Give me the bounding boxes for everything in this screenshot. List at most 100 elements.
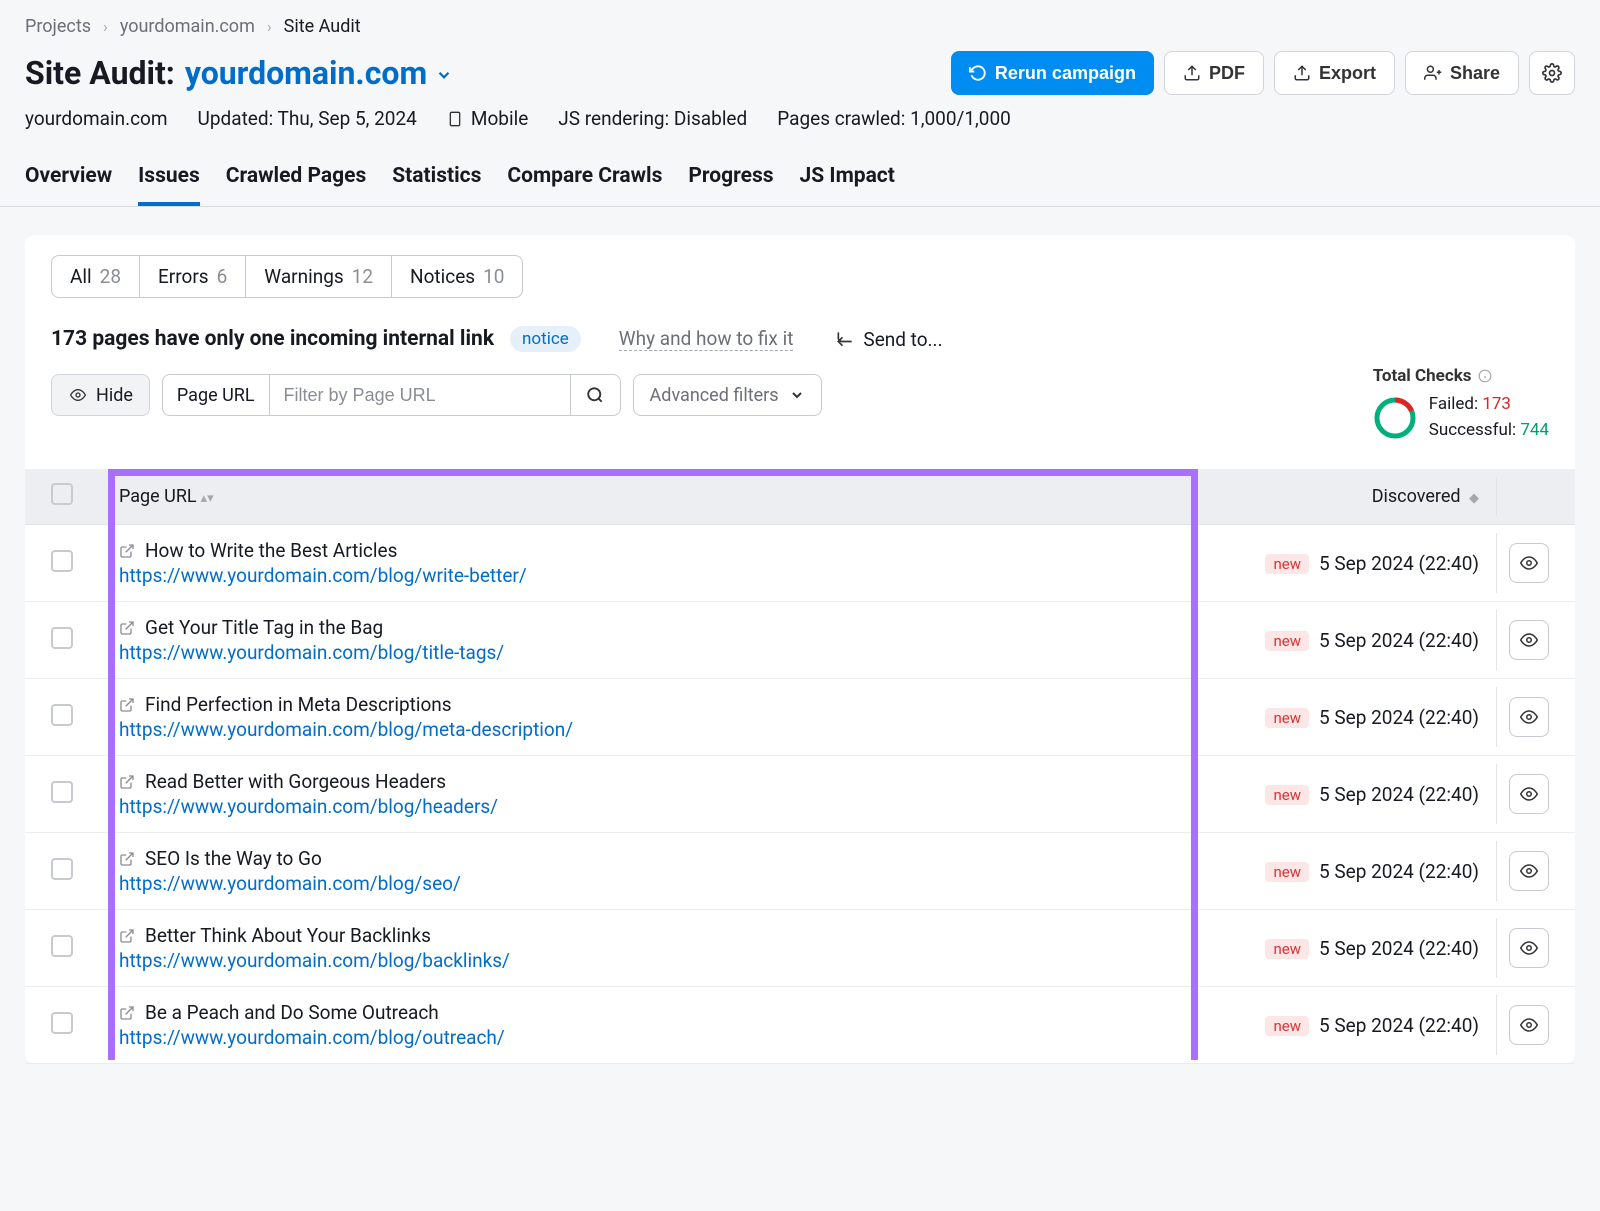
tabs: Overview Issues Crawled Pages Statistics Com…	[0, 164, 1600, 207]
row-checkbox[interactable]	[51, 550, 73, 572]
page-title: Site Audit: yourdomain.com	[25, 54, 453, 92]
share-button[interactable]: Share	[1405, 51, 1519, 95]
view-button[interactable]	[1509, 1005, 1549, 1045]
mobile-icon	[447, 109, 463, 129]
discovered-date: 5 Sep 2024 (22:40)	[1319, 629, 1479, 652]
sort-icon: ◆	[1469, 491, 1479, 506]
view-button[interactable]	[1509, 928, 1549, 968]
upload-icon	[1293, 64, 1311, 82]
new-badge: new	[1265, 862, 1309, 882]
table-row: Be a Peach and Do Some Outreachhttps://w…	[25, 987, 1575, 1064]
external-link-icon[interactable]	[119, 1005, 135, 1021]
row-checkbox[interactable]	[51, 627, 73, 649]
filter-field-label[interactable]: Page URL	[163, 375, 270, 415]
row-checkbox[interactable]	[51, 1012, 73, 1034]
url-filter-group: Page URL	[162, 374, 621, 416]
new-badge: new	[1265, 939, 1309, 959]
share-label: Share	[1450, 63, 1500, 84]
pill-label: Notices	[410, 265, 475, 288]
external-link-icon[interactable]	[119, 620, 135, 636]
why-how-link[interactable]: Why and how to fix it	[619, 327, 794, 351]
tab-compare-crawls[interactable]: Compare Crawls	[507, 164, 662, 206]
eye-icon	[1518, 862, 1540, 880]
new-badge: new	[1265, 1016, 1309, 1036]
send-to-button[interactable]: Send to...	[835, 328, 942, 351]
pill-count: 12	[352, 265, 373, 288]
rerun-campaign-button[interactable]: Rerun campaign	[951, 51, 1154, 95]
issue-title: 173 pages have only one incoming interna…	[51, 327, 494, 351]
advanced-filters-button[interactable]: Advanced filters	[633, 374, 822, 416]
tab-issues[interactable]: Issues	[138, 164, 200, 206]
pdf-label: PDF	[1209, 63, 1245, 84]
title-prefix: Site Audit:	[25, 54, 175, 92]
page-url-link[interactable]: https://www.yourdomain.com/blog/outreach…	[119, 1026, 1241, 1049]
external-link-icon[interactable]	[119, 851, 135, 867]
view-button[interactable]	[1509, 543, 1549, 583]
tab-crawled-pages[interactable]: Crawled Pages	[226, 164, 366, 206]
external-link-icon[interactable]	[119, 543, 135, 559]
table-row: Get Your Title Tag in the Baghttps://www…	[25, 602, 1575, 679]
results-table: Page URL▴▾ Discovered ◆ How to Write the…	[25, 469, 1575, 1064]
select-all-checkbox[interactable]	[51, 483, 73, 505]
discovered-date: 5 Sep 2024 (22:40)	[1319, 552, 1479, 575]
user-plus-icon	[1424, 64, 1442, 82]
settings-button[interactable]	[1529, 51, 1575, 95]
row-checkbox[interactable]	[51, 858, 73, 880]
external-link-icon[interactable]	[119, 774, 135, 790]
chevron-right-icon: ›	[267, 17, 272, 36]
pill-label: Warnings	[264, 265, 343, 288]
view-button[interactable]	[1509, 697, 1549, 737]
view-button[interactable]	[1509, 620, 1549, 660]
discovered-date: 5 Sep 2024 (22:40)	[1319, 783, 1479, 806]
tab-js-impact[interactable]: JS Impact	[800, 164, 895, 206]
search-button[interactable]	[570, 375, 620, 415]
col-page-url[interactable]: Page URL▴▾	[85, 469, 1253, 525]
page-url-link[interactable]: https://www.yourdomain.com/blog/backlink…	[119, 949, 1241, 972]
filter-pill-notices[interactable]: Notices 10	[392, 256, 522, 297]
url-filter-input[interactable]	[270, 375, 570, 415]
info-icon[interactable]	[1478, 369, 1492, 383]
tab-progress[interactable]: Progress	[688, 164, 773, 206]
chevron-down-icon	[789, 387, 805, 403]
hide-button[interactable]: Hide	[51, 374, 150, 416]
row-checkbox[interactable]	[51, 935, 73, 957]
advanced-filters-label: Advanced filters	[650, 385, 779, 406]
meta-row: yourdomain.com Updated: Thu, Sep 5, 2024…	[25, 107, 1575, 130]
table-row: Read Better with Gorgeous Headershttps:/…	[25, 756, 1575, 833]
col-discovered[interactable]: Discovered ◆	[1253, 469, 1497, 525]
view-button[interactable]	[1509, 774, 1549, 814]
row-checkbox[interactable]	[51, 781, 73, 803]
export-label: Export	[1319, 63, 1376, 84]
pill-label: All	[70, 265, 92, 288]
page-url-link[interactable]: https://www.yourdomain.com/blog/write-be…	[119, 564, 1241, 587]
meta-crawled: Pages crawled: 1,000/1,000	[777, 107, 1011, 130]
gear-icon	[1542, 63, 1562, 83]
pdf-button[interactable]: PDF	[1164, 51, 1264, 95]
breadcrumb-current: Site Audit	[284, 16, 361, 37]
page-url-link[interactable]: https://www.yourdomain.com/blog/meta-des…	[119, 718, 1241, 741]
breadcrumb-projects[interactable]: Projects	[25, 16, 91, 37]
external-link-icon[interactable]	[119, 697, 135, 713]
page-title-text: How to Write the Best Articles	[145, 539, 397, 562]
send-icon	[835, 329, 855, 349]
breadcrumb-domain[interactable]: yourdomain.com	[120, 16, 255, 37]
domain-dropdown[interactable]: yourdomain.com	[185, 54, 453, 92]
export-button[interactable]: Export	[1274, 51, 1395, 95]
discovered-date: 5 Sep 2024 (22:40)	[1319, 706, 1479, 729]
refresh-icon	[969, 64, 987, 82]
page-url-link[interactable]: https://www.yourdomain.com/blog/title-ta…	[119, 641, 1241, 664]
tab-statistics[interactable]: Statistics	[392, 164, 481, 206]
meta-device-label: Mobile	[471, 107, 528, 130]
page-url-link[interactable]: https://www.yourdomain.com/blog/headers/	[119, 795, 1241, 818]
tab-overview[interactable]: Overview	[25, 164, 112, 206]
external-link-icon[interactable]	[119, 928, 135, 944]
row-checkbox[interactable]	[51, 704, 73, 726]
chevron-right-icon: ›	[103, 17, 108, 36]
page-url-link[interactable]: https://www.yourdomain.com/blog/seo/	[119, 872, 1241, 895]
filter-pill-all[interactable]: All 28	[52, 256, 140, 297]
new-badge: new	[1265, 554, 1309, 574]
filter-pill-errors[interactable]: Errors 6	[140, 256, 246, 297]
filter-pill-warnings[interactable]: Warnings 12	[246, 256, 392, 297]
view-button[interactable]	[1509, 851, 1549, 891]
total-checks-title: Total Checks	[1373, 366, 1472, 386]
